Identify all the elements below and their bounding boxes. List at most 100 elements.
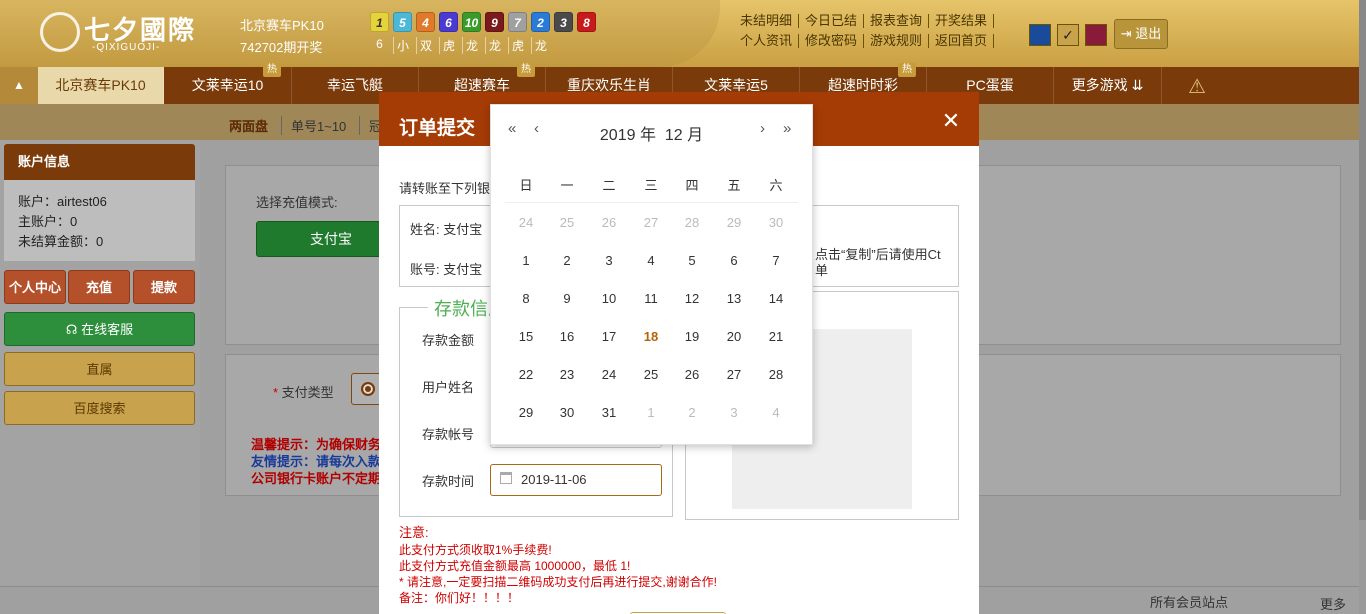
direct-button[interactable]: 直属 (4, 352, 195, 386)
personal-center-button[interactable]: 个人中心 (4, 270, 66, 304)
calendar-day[interactable]: 4 (631, 253, 671, 268)
copy-hint: 点击“复制”后请使用Ct (815, 247, 941, 262)
site-logo[interactable]: 七夕國際 -QIXIGUOJI- (40, 10, 200, 58)
calendar-day[interactable]: 3 (714, 405, 754, 420)
calendar-day[interactable]: 30 (547, 405, 587, 420)
calendar-day[interactable]: 1 (506, 253, 546, 268)
collapse-up-icon[interactable]: ▲ (0, 67, 38, 104)
copy-hint-2: 单 (815, 263, 829, 278)
logo-emblem-icon (40, 12, 80, 52)
result-ball: 7 (508, 12, 527, 32)
theme-blue-swatch[interactable] (1029, 24, 1051, 46)
calendar-day[interactable]: 24 (589, 367, 629, 382)
next-year-icon[interactable]: » (783, 120, 791, 137)
tab-more-games[interactable]: 更多游戏 ⇊ (1054, 67, 1162, 104)
payee-account: 账号: 支付宝 (410, 262, 483, 277)
theme-gold-swatch-check-icon[interactable]: ✓ (1057, 24, 1079, 46)
calendar-day[interactable]: 6 (714, 253, 754, 268)
close-icon[interactable]: ✕ (940, 108, 962, 134)
hot-badge: 热 (263, 63, 281, 77)
next-month-icon[interactable]: › (760, 120, 765, 137)
result-labels: 6小双虎龙龙虎龙 (370, 37, 550, 54)
calendar-day[interactable]: 23 (547, 367, 587, 382)
deposit-button[interactable]: 充值 (68, 270, 130, 304)
more-link[interactable]: 更多 (1320, 594, 1346, 613)
calendar-day[interactable]: 25 (547, 215, 587, 230)
calendar-day[interactable]: 29 (714, 215, 754, 230)
result-balls: 1 5 4 6 10 9 7 2 3 8 (370, 12, 596, 32)
calendar-day[interactable]: 18 (631, 329, 671, 344)
link-home[interactable]: 返回首页 (929, 34, 995, 48)
note-remark: 备注：你们好！！！！ (399, 591, 520, 605)
subnav-single[interactable]: 单号1~10 (281, 116, 346, 135)
calendar-day[interactable]: 26 (589, 215, 629, 230)
online-service-button[interactable]: ☊ 在线客服 (4, 312, 195, 346)
calendar-day[interactable]: 28 (756, 367, 796, 382)
calendar-day[interactable]: 19 (672, 329, 712, 344)
scrollbar-thumb[interactable] (1359, 0, 1366, 520)
link-results[interactable]: 开奖结果 (929, 14, 995, 28)
member-sites-link[interactable]: 所有会员站点 (1150, 592, 1228, 611)
calendar-day[interactable]: 16 (547, 329, 587, 344)
deposit-time-input[interactable]: 2019-11-06 (490, 464, 662, 496)
account-name: 账户：airtest06 (18, 194, 107, 209)
calendar-day[interactable]: 17 (589, 329, 629, 344)
logout-icon: ⇥ (1120, 26, 1136, 41)
calendar-day[interactable]: 5 (672, 253, 712, 268)
calendar-day[interactable]: 15 (506, 329, 546, 344)
theme-red-swatch[interactable] (1085, 24, 1107, 46)
tab-bjpk10[interactable]: 北京赛车PK10 (38, 67, 164, 104)
calendar-day[interactable]: 12 (672, 291, 712, 306)
note-fee: 此支付方式须收取1%手续费! (399, 543, 552, 557)
calendar-day[interactable]: 14 (756, 291, 796, 306)
calendar-day[interactable]: 25 (631, 367, 671, 382)
calendar-day[interactable]: 27 (631, 215, 671, 230)
calendar-day[interactable]: 21 (756, 329, 796, 344)
calendar-day[interactable]: 2 (547, 253, 587, 268)
result-label: 龙 (462, 37, 481, 54)
calendar-day[interactable]: 3 (589, 253, 629, 268)
result-label: 龙 (485, 37, 504, 54)
calendar-day[interactable]: 26 (672, 367, 712, 382)
headset-icon: ☊ (65, 322, 82, 337)
weekday-label: 五 (727, 178, 741, 193)
calendar-day[interactable]: 22 (506, 367, 546, 382)
calendar-day[interactable]: 2 (672, 405, 712, 420)
baidu-search-button[interactable]: 百度搜索 (4, 391, 195, 425)
link-settled-today[interactable]: 今日已结 (799, 14, 865, 28)
username-label: 用户姓名 (422, 380, 475, 395)
calendar-day[interactable]: 30 (756, 215, 796, 230)
note-limit: 此支付方式充值金额最高 1000000，最低 1! (399, 559, 631, 573)
subnav-two-sides[interactable]: 两面盘 (229, 116, 268, 135)
withdraw-button[interactable]: 提款 (133, 270, 195, 304)
date-picker (490, 104, 813, 445)
calendar-day[interactable]: 10 (589, 291, 629, 306)
calendar-icon (500, 472, 512, 484)
calendar-day[interactable]: 28 (672, 215, 712, 230)
calendar-day[interactable]: 1 (631, 405, 671, 420)
result-ball: 9 (485, 12, 504, 32)
calendar-day[interactable]: 13 (714, 291, 754, 306)
link-unsettled[interactable]: 未结明细 (740, 14, 800, 28)
calendar-day[interactable]: 9 (547, 291, 587, 306)
result-label: 龙 (531, 37, 550, 54)
result-ball: 2 (531, 12, 550, 32)
logout-button[interactable]: ⇥ 退出 (1114, 19, 1168, 49)
calendar-day[interactable]: 7 (756, 253, 796, 268)
calendar-day[interactable]: 31 (589, 405, 629, 420)
result-ball: 10 (462, 12, 481, 32)
calendar-day[interactable]: 20 (714, 329, 754, 344)
calendar-day[interactable]: 4 (756, 405, 796, 420)
result-ball: 6 (439, 12, 458, 32)
link-profile[interactable]: 个人资讯 (740, 34, 800, 48)
bell-icon[interactable]: ⚠ (1184, 74, 1210, 98)
calendar-day[interactable]: 29 (506, 405, 546, 420)
calendar-day[interactable]: 8 (506, 291, 546, 306)
transfer-instruction: 请转账至下列银 (399, 181, 491, 196)
link-rules[interactable]: 游戏规则 (864, 34, 930, 48)
link-change-password[interactable]: 修改密码 (799, 34, 865, 48)
calendar-day[interactable]: 11 (631, 291, 671, 306)
link-reports[interactable]: 报表查询 (864, 14, 930, 28)
calendar-day[interactable]: 27 (714, 367, 754, 382)
calendar-day[interactable]: 24 (506, 215, 546, 230)
